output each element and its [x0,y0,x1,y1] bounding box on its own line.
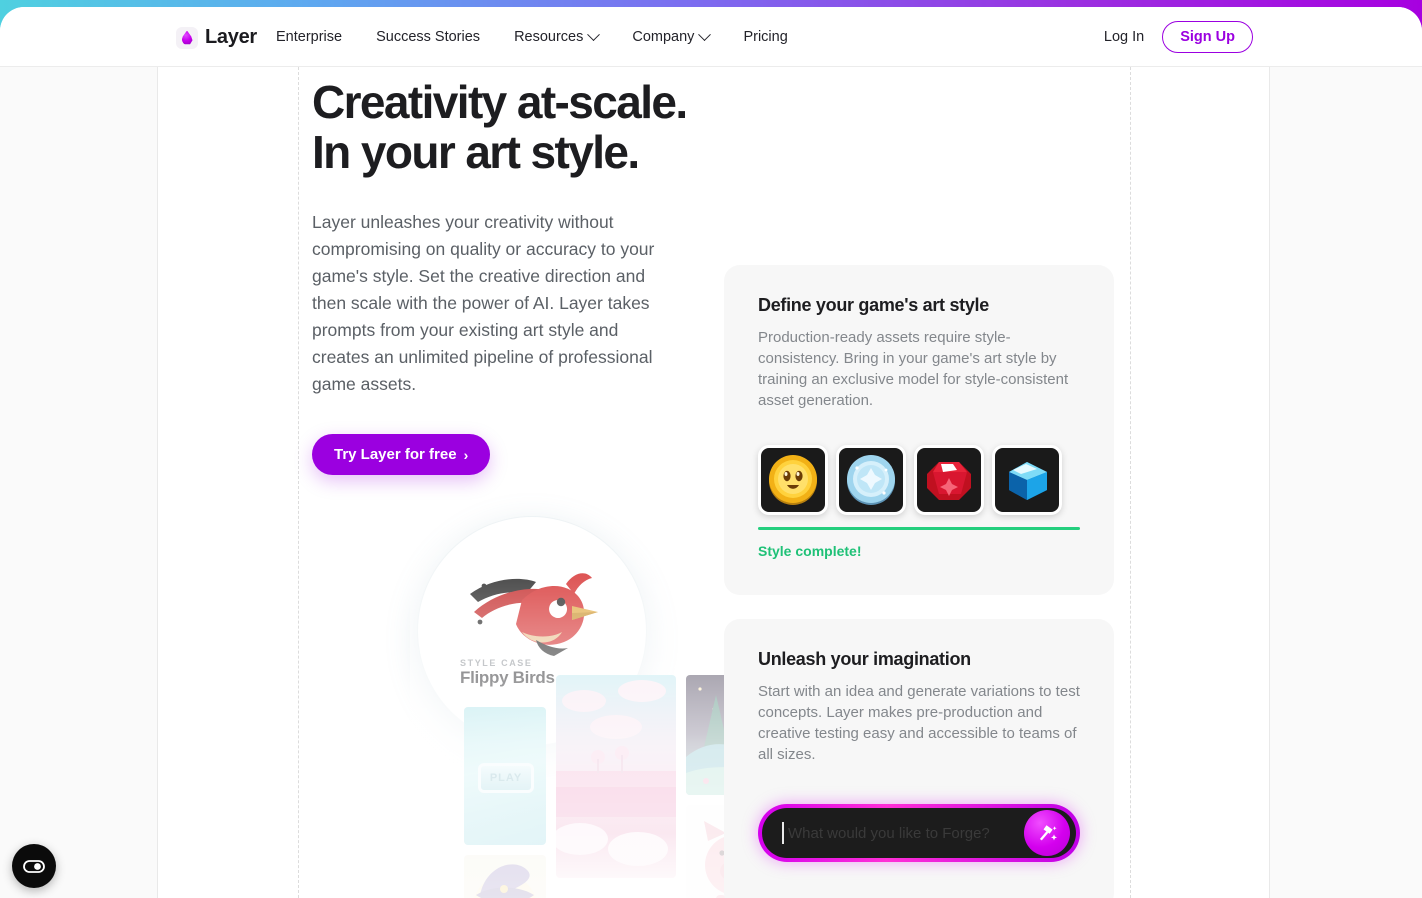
style-thumbnails [758,445,1062,515]
card-heading: Unleash your imagination [758,649,971,669]
try-layer-for-free-button[interactable]: Try Layer for free › [312,434,491,475]
cta-label: Try Layer for free [334,446,457,463]
nav-label: Success Stories [376,29,481,45]
page-root: Layer Enterprise Success Stories Resourc… [0,0,1422,898]
nav-item-pricing[interactable]: Pricing [743,29,787,45]
brand-name: Layer [205,26,257,48]
play-button-label: PLAY [478,763,534,793]
play-screen-tile[interactable]: PLAY [464,707,546,845]
page-title: Creativity at-scale. In your art style. [312,77,692,177]
silver-coin-star-thumb[interactable] [836,445,906,515]
magic-hammer-icon [1039,825,1057,841]
card-body: Production-ready assets require style-co… [758,329,1069,409]
accessibility-widget-button[interactable] [12,844,56,888]
hero-heading-line-1: Creativity at-scale. [312,76,688,128]
style-case-eyebrow: STYLE CASE [460,658,533,668]
nav-item-resources[interactable]: Resources [514,27,601,45]
nav-item-company[interactable]: Company [632,27,712,45]
main-navbar: Layer Enterprise Success Stories Resourc… [0,7,1422,67]
blue-gem-thumb[interactable] [992,445,1062,515]
text-caret [782,822,784,844]
sign-up-button[interactable]: Sign Up [1162,21,1253,53]
status-badge: Style complete! [758,543,862,559]
nav-item-enterprise[interactable]: Enterprise [276,29,342,45]
prompt-input-wrapper: What would you like to Forge? [758,804,1080,862]
hero-section: Creativity at-scale. In your art style. … [312,77,692,475]
layout-gutter-right [1269,67,1422,898]
prompt-input-field[interactable]: What would you like to Forge? [762,808,1076,858]
nav-label: Pricing [743,29,788,45]
layout-guide-1 [157,67,158,898]
layout-guide-3 [1130,67,1131,898]
card-body: Start with an idea and generate variatio… [758,683,1080,763]
nav-label: Resources [514,29,584,45]
brand-logo[interactable]: Layer [176,26,257,49]
style-progress-bar [758,527,1080,530]
toggle-switch-icon [23,860,45,873]
forge-submit-button[interactable] [1024,810,1070,856]
chevron-right-icon: › [463,446,469,463]
candy-sky-level-tile[interactable] [556,675,676,878]
wizard-hat-tile[interactable] [464,855,546,898]
page-surface: Layer Enterprise Success Stories Resourc… [0,7,1422,898]
droplet-logo-icon [176,26,198,49]
nav-label: Enterprise [276,29,343,45]
layout-guide-4 [1269,67,1270,898]
card-heading: Define your game's art style [758,295,989,315]
nav-actions: Log In Sign Up [1104,7,1253,67]
gold-coin-smiley-thumb[interactable] [758,445,828,515]
hero-paragraph: Layer unleashes your creativity without … [312,212,655,394]
card-unleash-imagination: Unleash your imagination Start with an i… [724,619,1114,898]
layout-guide-2 [298,67,299,898]
nav-label: Company [632,29,695,45]
style-case-title: Flippy Birds [460,668,555,687]
chevron-down-icon [587,27,601,41]
hero-heading-line-2: In your art style. [312,126,640,178]
log-in-link[interactable]: Log In [1104,29,1144,45]
red-bird-icon [470,573,598,656]
nav-item-success-stories[interactable]: Success Stories [376,29,480,45]
chevron-down-icon [698,27,712,41]
nav-links: Enterprise Success Stories Resources Com… [276,7,788,67]
layout-gutter-left [0,67,157,898]
prompt-placeholder: What would you like to Forge? [788,824,990,842]
card-define-art-style: Define your game's art style Production-… [724,265,1114,595]
red-gem-thumb[interactable] [914,445,984,515]
